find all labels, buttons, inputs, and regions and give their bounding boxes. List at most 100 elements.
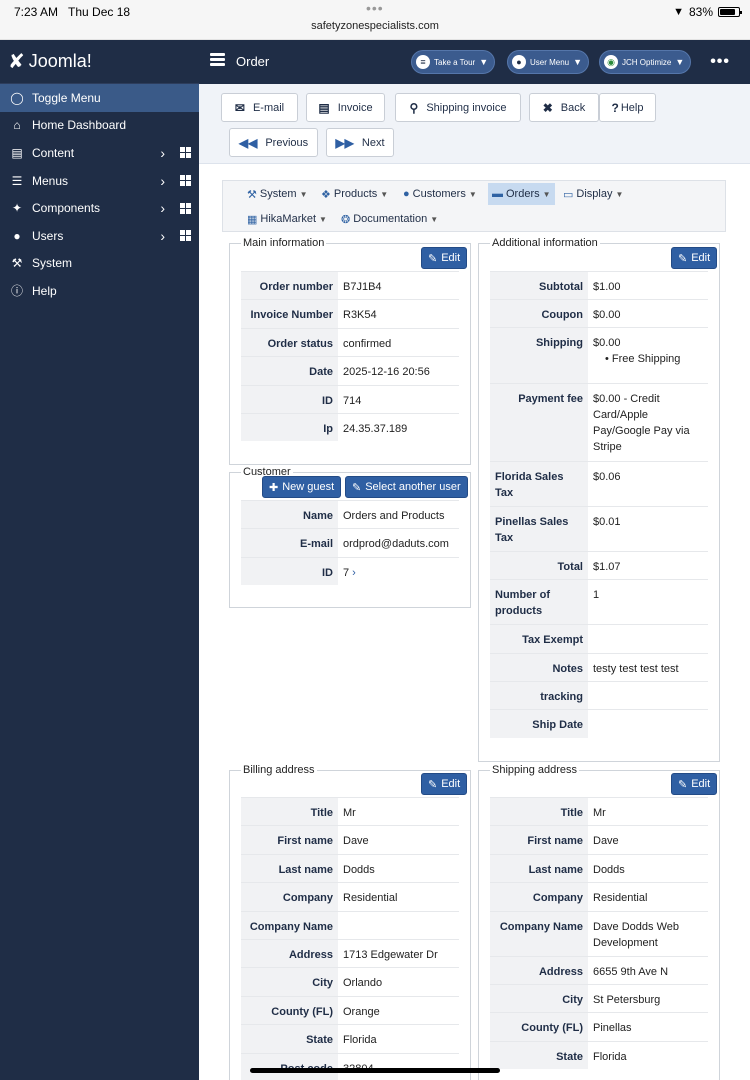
previous-button[interactable]: ◀◀ Previous	[229, 128, 318, 157]
additional-information-legend: Additional information	[490, 237, 600, 249]
table-row: ID 714	[241, 384, 459, 413]
sidebar-item-home-dashboard[interactable]: ⌂ Home Dashboard	[0, 112, 199, 140]
sidebar-item-system[interactable]: ⚒ System	[0, 250, 199, 278]
email-button[interactable]: ✉ E-mail	[221, 93, 298, 122]
row-number-of-products: Number of products 1	[490, 579, 708, 624]
row-value: Dave Dodds Web Development	[593, 920, 680, 949]
row-value: Dave	[593, 835, 619, 848]
row-label: Last name	[490, 854, 588, 883]
menu-customers[interactable]: ● Customers ▼	[399, 183, 481, 205]
next-button[interactable]: ▶▶ Next	[326, 128, 394, 157]
row-value: R3K54	[343, 309, 377, 322]
table-row: Post code32804	[241, 1052, 459, 1080]
edit-shipping-address-button[interactable]: ✎ Edit	[671, 773, 718, 795]
home-indicator[interactable]	[250, 1068, 500, 1073]
back-button[interactable]: ✖ Back	[529, 93, 599, 122]
credit-card-icon: ▬	[492, 188, 503, 200]
row-label: Title	[241, 798, 338, 826]
user-menu-button[interactable]: ● User Menu ▼	[507, 50, 590, 74]
more-options-icon[interactable]: •••	[710, 53, 730, 71]
row-label: State	[490, 1041, 588, 1070]
menu-orders[interactable]: ▬ Orders ▼	[488, 183, 555, 205]
jch-optimize-button[interactable]: ◉ JCH Optimize ▼	[599, 50, 692, 74]
row-value: Dodds	[343, 863, 375, 876]
order-list-icon	[210, 53, 225, 67]
url-bar[interactable]: safetyzonespecialists.com	[0, 20, 750, 32]
main-information-legend: Main information	[241, 237, 327, 249]
table-row: Invoice Number R3K54	[241, 299, 459, 328]
caret-down-icon: ▼	[380, 189, 389, 199]
chevron-right-icon[interactable]: ›	[160, 173, 165, 189]
dashboard-grid-icon[interactable]	[180, 147, 191, 159]
menu-display[interactable]: ▭ Display ▼	[559, 183, 627, 205]
chevron-down-icon: ▼	[479, 57, 489, 67]
envelope-icon: ✉	[234, 100, 245, 115]
edit-additional-info-button[interactable]: ✎ Edit	[671, 247, 718, 269]
table-row: County (FL) Pinellas	[490, 1012, 708, 1041]
battery-icon	[718, 7, 742, 17]
menu-products[interactable]: ❖ Products ▼	[317, 183, 392, 205]
row-label: Order number	[241, 272, 338, 300]
row-label: ID	[241, 385, 338, 413]
dashboard-grid-icon[interactable]	[180, 230, 191, 242]
invoice-icon: ▤	[318, 100, 330, 115]
dashboard-grid-icon[interactable]	[180, 175, 191, 187]
row-label: Company	[490, 883, 588, 911]
chevron-right-icon[interactable]: ›	[160, 200, 165, 216]
row-tax-exempt: Tax Exempt	[490, 624, 708, 653]
row-label: Address	[490, 956, 588, 984]
chevron-right-icon[interactable]: ›	[352, 567, 356, 579]
sidebar-item-toggle-menu[interactable]: ◯ Toggle Menu	[0, 84, 199, 112]
store-icon: ▦	[247, 213, 258, 226]
table-row: ID 7 ›	[241, 556, 459, 586]
select-another-user-button[interactable]: ✎ Select another user	[345, 476, 468, 498]
dashboard-grid-icon[interactable]	[180, 202, 191, 214]
edit-main-info-button[interactable]: ✎ Edit	[421, 247, 468, 269]
row-value: Orlando	[343, 977, 383, 990]
new-guest-button[interactable]: ✚ New guest	[262, 476, 342, 498]
sidebar-item-help[interactable]: ⓘ Help	[0, 277, 199, 305]
table-row: City St Petersburg	[490, 984, 708, 1013]
table-row: Company Residential	[241, 882, 459, 911]
caret-down-icon: ▼	[468, 189, 477, 199]
list-icon: ☰	[11, 173, 23, 188]
menu-documentation[interactable]: ❂ Documentation ▼	[337, 208, 442, 230]
joomla-logo[interactable]: ✘ Joomla!	[0, 40, 199, 84]
table-row: Name Orders and Products	[241, 500, 459, 529]
table-row: Order status confirmed	[241, 327, 459, 357]
sidebar-item-content[interactable]: ▤ Content ›	[0, 139, 199, 167]
row-label: ID	[241, 557, 338, 586]
chevron-right-icon[interactable]: ›	[160, 228, 165, 244]
shipping-invoice-button[interactable]: ⚲ Shipping invoice	[395, 93, 521, 122]
sidebar-item-components[interactable]: ✦ Components ›	[0, 194, 199, 222]
menu-hikamarket[interactable]: ▦ HikaMarket ▼	[243, 208, 331, 230]
toggle-icon: ◯	[10, 90, 24, 105]
invoice-button[interactable]: ▤ Invoice	[306, 93, 385, 122]
row-label: First name	[241, 826, 338, 854]
row-notes: Notes testy test test test	[490, 653, 708, 681]
sidebar-item-users[interactable]: ● Users ›	[0, 222, 199, 250]
table-row: Order number B7J1B4	[241, 271, 459, 300]
row-label: First name	[490, 826, 588, 854]
table-row: First name Dave	[490, 825, 708, 854]
row-label: Invoice Number	[241, 300, 338, 328]
tab-dots-icon[interactable]: •••	[366, 0, 384, 16]
sidebar-item-menus[interactable]: ☰ Menus ›	[0, 167, 199, 195]
row-label: City	[241, 968, 338, 996]
wrench-icon: ⚒	[247, 188, 257, 201]
row-label: Title	[490, 798, 588, 826]
row-value: Dodds	[593, 863, 625, 876]
table-row: Date 2025-12-16 20:56	[241, 356, 459, 385]
help-button[interactable]: ? Help	[599, 93, 656, 122]
table-row: Title Mr	[490, 797, 708, 826]
plus-icon: ✚	[269, 481, 279, 494]
table-row: Title Mr	[241, 797, 459, 826]
chevron-right-icon[interactable]: ›	[160, 145, 165, 161]
edit-billing-address-button[interactable]: ✎ Edit	[421, 773, 468, 795]
row-value: Florida	[593, 1050, 627, 1063]
map-marker-icon: ⚲	[409, 100, 419, 115]
take-tour-button[interactable]: ≡ Take a Tour ▼	[411, 50, 496, 74]
row-value: Dave	[343, 835, 369, 848]
menu-system[interactable]: ⚒ System ▼	[243, 183, 311, 205]
table-row: State Florida	[241, 1024, 459, 1053]
